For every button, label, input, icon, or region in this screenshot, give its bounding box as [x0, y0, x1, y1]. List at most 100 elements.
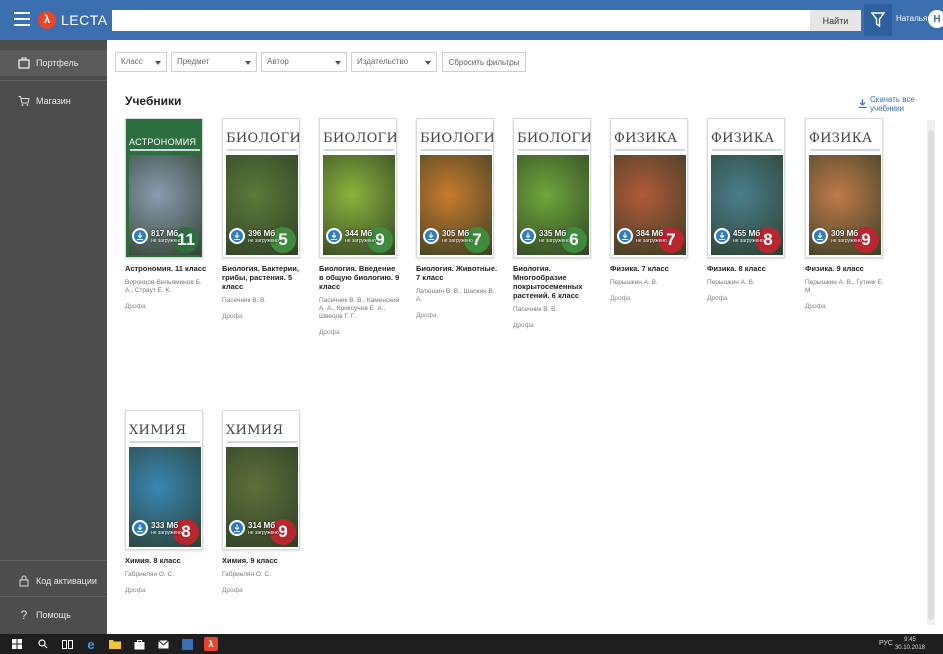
book-cover[interactable]: ХИМИЯ 9 314 Мб не загружено [222, 410, 300, 550]
file-size: 817 Мб [151, 228, 179, 238]
book-cover[interactable]: ФИЗИКА 7 384 Мб не загружено [610, 118, 688, 258]
download-icon[interactable] [812, 228, 828, 244]
sidebar-item-activation-code[interactable]: Код активации [0, 568, 107, 594]
file-size: 344 Мб [345, 228, 373, 238]
book-title[interactable]: Астрономия. 11 класс [125, 264, 207, 273]
book-title[interactable]: Физика. 7 класс [610, 264, 692, 273]
reset-filters-button[interactable]: Сбросить фильтры [442, 52, 526, 72]
scrollbar-thumb[interactable] [928, 130, 934, 620]
file-size: 396 Мб [248, 228, 276, 238]
subject-dropdown[interactable]: Предмет [171, 52, 257, 72]
download-badge[interactable]: 455 Мб не загружено [714, 225, 766, 247]
download-badge[interactable]: 305 Мб не загружено [423, 225, 475, 247]
download-badge[interactable]: 817 Мб не загружено [132, 225, 184, 247]
download-icon[interactable] [617, 228, 633, 244]
class-dropdown[interactable]: Класс [115, 52, 167, 72]
download-info: 314 Мб не загружено [248, 521, 279, 536]
download-badge[interactable]: 344 Мб не загружено [326, 225, 378, 247]
book-cover[interactable]: ХИМИЯ 8 333 Мб не загружено [125, 410, 203, 550]
book-card[interactable]: АСТРОНОМИЯ 11 817 Мб не загружено Астрон… [125, 118, 207, 310]
search-input[interactable] [112, 10, 810, 31]
book-card[interactable]: ХИМИЯ 8 333 Мб не загружено Химия. 8 кла… [125, 410, 207, 594]
download-badge[interactable]: 333 Мб не загружено [132, 517, 184, 539]
search-icon[interactable] [36, 637, 50, 651]
chevron-down-icon [155, 61, 161, 65]
download-icon[interactable] [714, 228, 730, 244]
search-button[interactable]: Найти [810, 10, 861, 31]
book-card[interactable]: БИОЛОГИЯ 7 305 Мб не загружено Биология.… [416, 118, 498, 319]
mail-icon[interactable] [156, 637, 170, 651]
clock[interactable]: 9:45 30.10.2018 [895, 636, 925, 652]
hamburger-menu-icon[interactable] [14, 12, 30, 26]
download-all-link[interactable]: Скачать все учебники [858, 95, 943, 113]
download-badge[interactable]: 314 Мб не загружено [229, 517, 281, 539]
download-badge[interactable]: 309 Мб не загружено [812, 225, 864, 247]
sidebar-divider [0, 80, 107, 81]
cover-title: БИОЛОГИЯ [420, 131, 494, 146]
book-title[interactable]: Физика. 8 класс [707, 264, 789, 273]
book-cover[interactable]: ФИЗИКА 8 455 Мб не загружено [707, 118, 785, 258]
sidebar-item-portfolio[interactable]: Портфель [0, 50, 107, 76]
download-status: не загружено [248, 237, 279, 244]
download-icon[interactable] [229, 520, 245, 536]
app-logo[interactable]: λ LECTA [38, 10, 108, 30]
scrollbar[interactable] [927, 120, 935, 625]
download-icon[interactable] [132, 228, 148, 244]
book-card[interactable]: ФИЗИКА 7 384 Мб не загружено Физика. 7 к… [610, 118, 692, 302]
book-cover[interactable]: АСТРОНОМИЯ 11 817 Мб не загружено [125, 118, 203, 258]
briefcase-icon [18, 57, 30, 69]
book-card[interactable]: ХИМИЯ 9 314 Мб не загружено Химия. 9 кла… [222, 410, 304, 594]
publisher-dropdown[interactable]: Издательство [351, 52, 437, 72]
book-title[interactable]: Биология. Животные. 7 класс [416, 264, 498, 282]
file-explorer-icon[interactable] [108, 637, 122, 651]
lecta-app-icon[interactable]: λ [204, 637, 218, 651]
store-icon[interactable] [132, 637, 146, 651]
task-view-icon[interactable] [60, 637, 74, 651]
download-icon[interactable] [132, 520, 148, 536]
download-badge[interactable]: 335 Мб не загружено [520, 225, 572, 247]
download-icon[interactable] [520, 228, 536, 244]
sidebar-item-shop[interactable]: Магазин [0, 88, 107, 114]
book-cover[interactable]: БИОЛОГИЯ 9 344 Мб не загружено [319, 118, 397, 258]
cover-subtitle-bar [227, 441, 297, 443]
book-title[interactable]: Физика. 9 класс [805, 264, 887, 273]
book-card[interactable]: ФИЗИКА 8 455 Мб не загружено Физика. 8 к… [707, 118, 789, 302]
book-title[interactable]: Химия. 9 класс [222, 556, 304, 565]
book-cover[interactable]: БИОЛОГИЯ 6 335 Мб не загружено [513, 118, 591, 258]
book-title[interactable]: Биология. Бактерии, грибы, растения. 5 к… [222, 264, 304, 291]
book-authors: Перышкин А. В. [610, 279, 658, 286]
sidebar: Портфель Магазин Код активации ? Помощь [0, 40, 107, 634]
book-title[interactable]: Биология. Многообразие покрытосеменных р… [513, 264, 595, 300]
book-cover[interactable]: ФИЗИКА 9 309 Мб не загружено [805, 118, 883, 258]
download-status: не загружено [151, 529, 182, 536]
author-dropdown[interactable]: Автор [261, 52, 347, 72]
download-icon[interactable] [229, 228, 245, 244]
download-badge[interactable]: 396 Мб не загружено [229, 225, 281, 247]
book-card[interactable]: БИОЛОГИЯ 9 344 Мб не загружено Биология.… [319, 118, 401, 336]
download-badge[interactable]: 384 Мб не загружено [617, 225, 669, 247]
sidebar-item-label: Код активации [36, 576, 97, 586]
sidebar-item-help[interactable]: ? Помощь [0, 602, 107, 628]
user-name[interactable]: Наталья [896, 14, 927, 23]
os-taskbar: e λ РУС 9:45 30.10.2018 [0, 634, 943, 654]
book-title[interactable]: Химия. 8 класс [125, 556, 207, 565]
download-icon[interactable] [423, 228, 439, 244]
book-title[interactable]: Биология. Введение в общую биологию. 9 к… [319, 264, 401, 291]
book-cover[interactable]: БИОЛОГИЯ 5 396 Мб не загружено [222, 118, 300, 258]
app-icon[interactable] [180, 637, 194, 651]
download-status: не загружено [345, 237, 376, 244]
cover-subtitle-bar [615, 149, 685, 151]
edge-browser-icon[interactable]: e [84, 637, 98, 652]
book-card[interactable]: БИОЛОГИЯ 6 335 Мб не загружено Биология.… [513, 118, 595, 329]
file-size: 455 Мб [733, 228, 761, 238]
keyboard-language[interactable]: РУС [879, 640, 893, 647]
book-cover[interactable]: БИОЛОГИЯ 7 305 Мб не загружено [416, 118, 494, 258]
avatar[interactable]: Н [928, 10, 943, 28]
class-dropdown-label: Класс [121, 57, 143, 66]
book-card[interactable]: БИОЛОГИЯ 5 396 Мб не загружено Биология.… [222, 118, 304, 320]
book-card[interactable]: ФИЗИКА 9 309 Мб не загружено Физика. 9 к… [805, 118, 887, 310]
logo-mark-icon: λ [38, 11, 56, 29]
filter-icon[interactable] [864, 4, 892, 36]
windows-start-icon[interactable] [10, 637, 24, 651]
download-icon[interactable] [326, 228, 342, 244]
